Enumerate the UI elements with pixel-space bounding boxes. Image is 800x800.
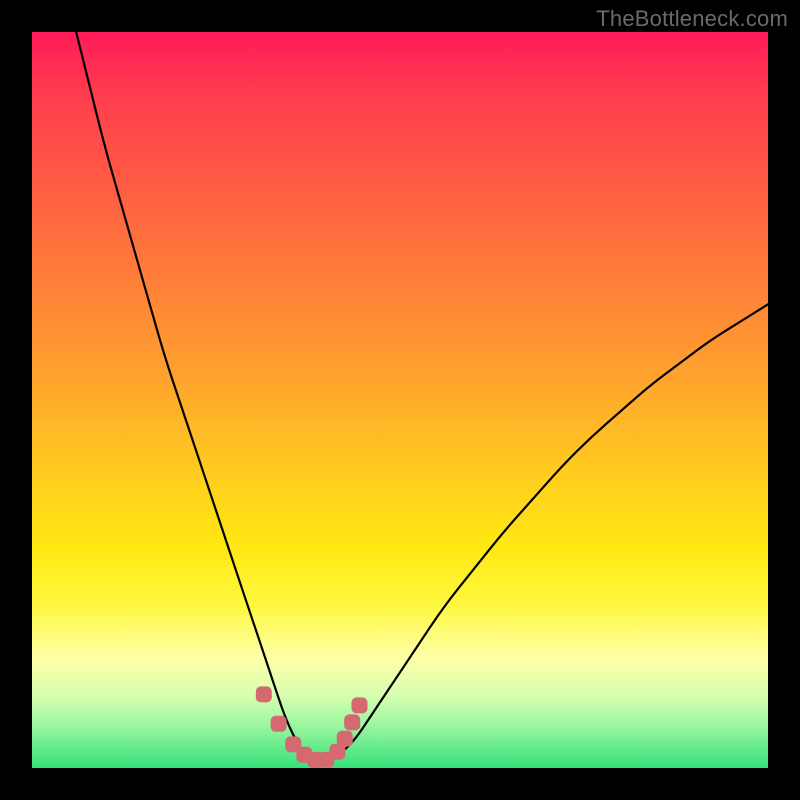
marker-dot (337, 731, 353, 747)
plot-area (32, 32, 768, 768)
near-minimum-markers (256, 686, 368, 768)
watermark-text: TheBottleneck.com (596, 6, 788, 32)
chart-frame: TheBottleneck.com (0, 0, 800, 800)
bottleneck-curve (76, 32, 768, 761)
curve-layer (32, 32, 768, 768)
marker-dot (256, 686, 272, 702)
marker-dot (344, 714, 360, 730)
marker-dot (352, 697, 368, 713)
marker-dot (271, 716, 287, 732)
